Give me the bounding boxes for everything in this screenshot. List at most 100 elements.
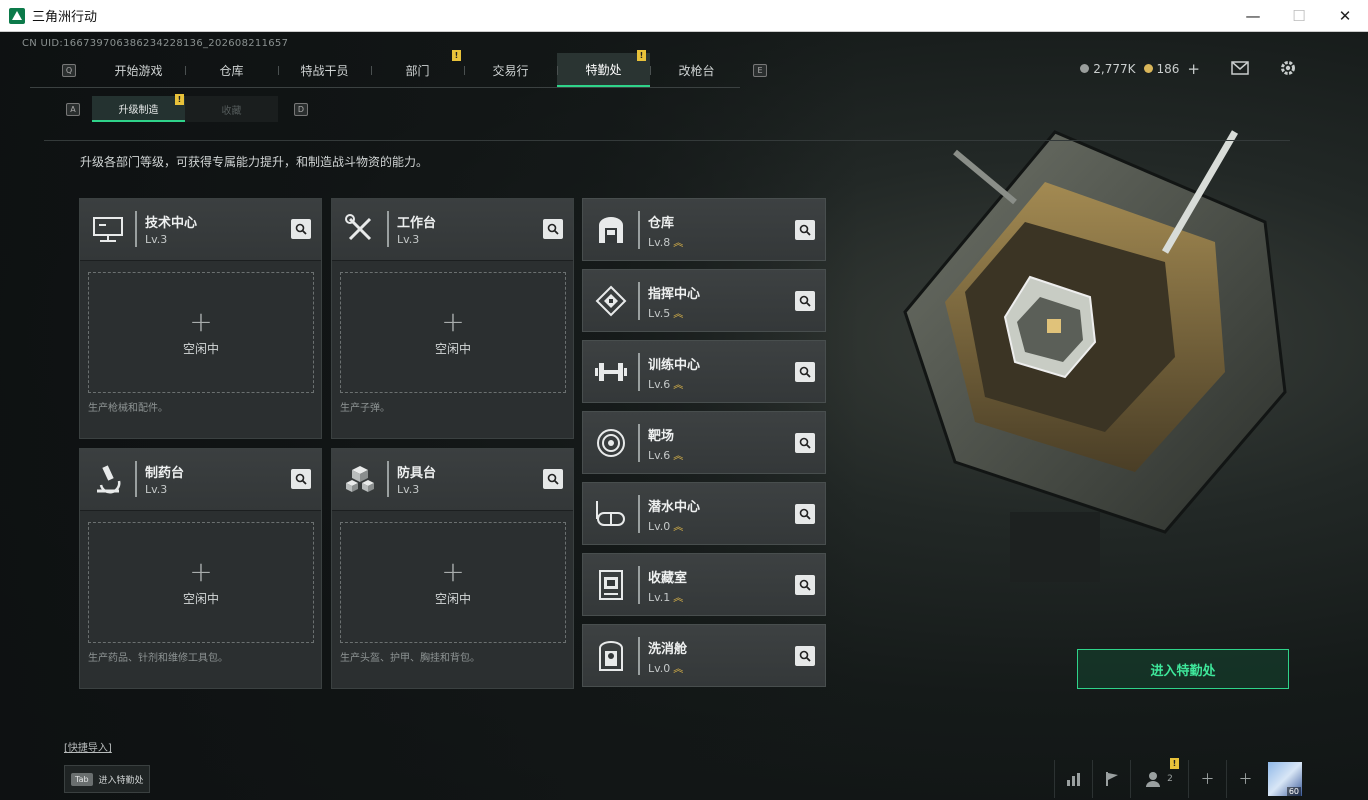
search-icon[interactable] [795,220,815,240]
upgrade-alert-badge: ! [175,94,184,105]
search-icon[interactable] [795,433,815,453]
window-title: 三角洲行动 [32,10,98,25]
tab-hint[interactable]: Tab 进入特勤处 [64,765,150,793]
stats-chart-icon[interactable] [1054,760,1092,798]
coin-icon [1080,64,1090,73]
maximize-button[interactable]: ☐ [1276,0,1322,31]
tab-gunsmith[interactable]: 改枪台 [650,53,743,87]
add-icon: + [441,305,465,338]
upgrade-available-icon: ︽ [673,593,684,604]
workstation-name: 制药台 [145,466,185,481]
avatar[interactable]: 60 [1268,762,1302,796]
settings-gear-icon[interactable] [1278,58,1298,78]
search-icon[interactable] [543,219,563,239]
friends-button[interactable]: 2 [1130,760,1188,798]
facility-name: 指挥中心 [648,287,701,302]
upgrade-available-icon: ︽ [673,309,684,320]
add-slot-2-icon[interactable]: ＋ [1226,760,1264,798]
workstation-desc: 生产药品、针剂和维修工具包。 [88,653,228,664]
facility-level: Lv.6 ︽ [648,449,684,462]
search-icon[interactable] [795,504,815,524]
tab-trading[interactable]: 交易行 [464,53,557,87]
search-icon[interactable] [543,469,563,489]
workstation-level: Lv.3 [145,233,168,246]
workstation-card-armor-bench: 防具台 Lv.3 + 空闲中 生产头盔、护甲、胸挂和背包。 [331,448,574,689]
facility-card-diving-center[interactable]: 潜水中心 Lv.0 ︽ [582,482,826,545]
search-icon[interactable] [795,575,815,595]
tab-start-game[interactable]: 开始游戏 [92,53,185,87]
workstation-level: Lv.3 [397,483,420,496]
facility-card-warehouse[interactable]: 仓库 Lv.8 ︽ [582,198,826,261]
ticket-balance: 186 [1143,62,1179,76]
target-icon [591,424,631,462]
tab-hint-label: 进入特勤处 [98,775,144,786]
slot-status: 空闲中 [434,342,471,356]
nav-next-key[interactable]: E [753,64,767,77]
production-slot[interactable]: + 空闲中 [340,272,566,393]
facility-level: Lv.1 ︽ [648,591,684,604]
production-slot[interactable]: + 空闲中 [88,522,314,643]
close-button[interactable]: ✕ [1322,0,1368,31]
divider [44,140,1290,141]
warehouse-icon [591,211,631,249]
tab-operators[interactable]: 特战干员 [278,53,371,87]
slot-status: 空闲中 [434,592,471,606]
window-titlebar: 三角洲行动 — ☐ ✕ [0,0,1368,32]
facility-card-command-center[interactable]: 指挥中心 Lv.5 ︽ [582,269,826,332]
subnav-next-key[interactable]: D [294,102,308,116]
tab-departments[interactable]: 部门 [371,53,464,87]
workstation-desc: 生产头盔、护甲、胸挂和背包。 [340,653,480,664]
workstation-card-tech-center: 技术中心 Lv.3 + 空闲中 生产枪械和配件。 [79,198,322,439]
upgrade-available-icon: ︽ [673,664,684,675]
facility-level: Lv.8 ︽ [648,236,684,249]
quick-import-link[interactable]: [快捷导入] [64,739,112,754]
add-currency-button[interactable]: + [1187,60,1200,78]
search-icon[interactable] [291,219,311,239]
special-ops-cube-artwork [903,130,1287,582]
special-ops-alert-badge: ! [637,50,646,61]
workstation-name: 工作台 [397,216,437,231]
sub-nav: A 升级制造 收藏 D [66,96,308,122]
enter-special-ops-button[interactable]: 进入特勤处 [1077,649,1289,689]
flag-icon[interactable] [1092,760,1130,798]
search-icon[interactable] [795,362,815,382]
mail-icon[interactable] [1230,58,1250,78]
ticket-icon [1143,64,1153,73]
production-slot[interactable]: + 空闲中 [88,272,314,393]
computer-icon [88,211,128,247]
upgrade-available-icon: ︽ [673,380,684,391]
avatar-level: 60 [1286,787,1301,796]
facility-card-collection-room[interactable]: 收藏室 Lv.1 ︽ [582,553,826,616]
search-icon[interactable] [795,646,815,666]
workstation-level: Lv.3 [397,233,420,246]
facility-level: Lv.5 ︽ [648,307,684,320]
production-slot[interactable]: + 空闲中 [340,522,566,643]
facility-level: Lv.0 ︽ [648,520,684,533]
page-description: 升级各部门等级，可获得专属能力提升，和制造战斗物资的能力。 [80,155,429,169]
subtab-collection[interactable]: 收藏 [185,96,278,122]
search-icon[interactable] [291,469,311,489]
add-icon: + [189,555,213,588]
facility-card-training-center[interactable]: 训练中心 Lv.6 ︽ [582,340,826,403]
friends-count: 2 [1167,774,1173,784]
workstation-desc: 生产子弹。 [340,403,390,414]
nav-prev-key[interactable]: Q [62,64,76,77]
facility-card-shooting-range[interactable]: 靶场 Lv.6 ︽ [582,411,826,474]
add-slot-1-icon[interactable]: ＋ [1188,760,1226,798]
tab-warehouse[interactable]: 仓库 [185,53,278,87]
tab-key: Tab [71,772,93,786]
subtab-upgrade-manufacture[interactable]: 升级制造 [92,96,185,122]
facility-name: 潜水中心 [648,500,701,515]
facility-card-decon-chamber[interactable]: 洗消舱 Lv.0 ︽ [582,624,826,687]
player-uid: CN UID:16673970638623422813​6_2026082116… [22,38,289,49]
facility-name: 洗消舱 [648,642,688,657]
subnav-prev-key[interactable]: A [66,102,80,116]
minimize-button[interactable]: — [1230,0,1276,31]
tools-icon [340,211,380,247]
app-logo-icon [9,7,25,24]
departments-alert-badge: ! [452,50,461,61]
facility-name: 训练中心 [648,358,701,373]
currency-display: 2,777K 186 + [1080,60,1200,78]
search-icon[interactable] [795,291,815,311]
upgrade-available-icon: ︽ [673,522,684,533]
